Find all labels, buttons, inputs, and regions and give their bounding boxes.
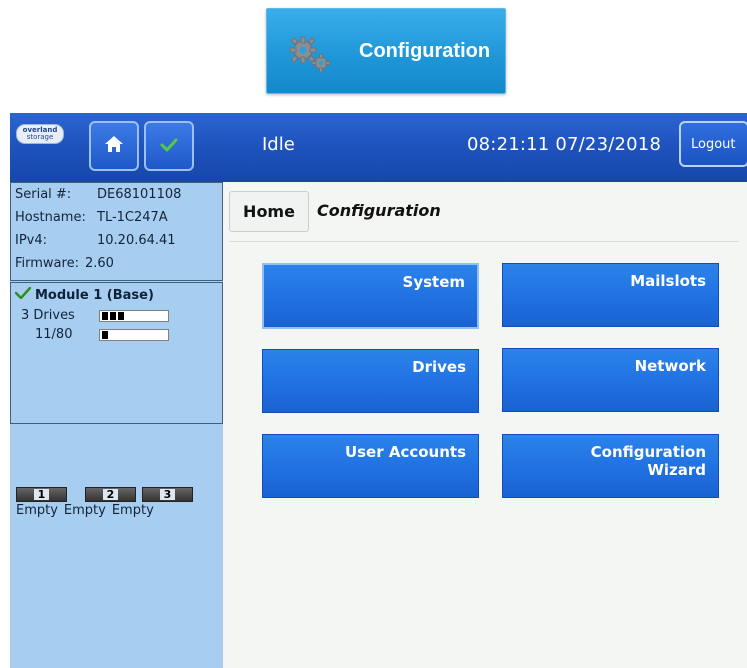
firmware-row: Firmware: 2.60 — [15, 256, 114, 271]
bay-2-state: Empty — [63, 503, 106, 518]
check-icon — [160, 137, 178, 156]
network-tile[interactable]: Network — [502, 348, 719, 412]
sidebar: Serial #: DE68101108 Hostname: TL-1C247A I… — [10, 182, 223, 668]
mailslots-tile[interactable]: Mailslots — [502, 263, 719, 327]
breadcrumb-current: Configuration — [317, 201, 441, 220]
clock-text: 08:21:11 07/23/2018 — [467, 134, 662, 155]
drive-bay-2[interactable]: 2 — [85, 487, 136, 502]
drives-tile[interactable]: Drives — [262, 349, 479, 413]
breadcrumb-home[interactable]: Home — [229, 191, 309, 232]
bay-states: Empty Empty Empty — [16, 503, 154, 518]
serial-row: Serial #: DE68101108 — [15, 187, 182, 202]
module-title: Module 1 (Base) — [14, 286, 154, 303]
home-icon — [103, 134, 125, 158]
top-bar: overland storage Idle 08:21:11 07/23/2018… — [10, 113, 747, 182]
overland-logo: overland storage — [16, 124, 64, 144]
drives-meter — [99, 310, 169, 322]
system-tile[interactable]: System — [262, 263, 479, 329]
home-button[interactable] — [89, 121, 139, 171]
gears-icon — [285, 35, 335, 73]
drives-label: 3 Drives — [21, 308, 75, 323]
slots-meter — [99, 329, 169, 341]
slots-label: 11/80 — [35, 327, 73, 342]
banner-label: Configuration — [359, 39, 491, 62]
drive-bay-3[interactable]: 3 — [142, 487, 193, 502]
drive-bay-1[interactable]: 1 — [16, 487, 67, 502]
user-accounts-tile[interactable]: User Accounts — [262, 434, 479, 498]
hostname-row: Hostname: TL-1C247A — [15, 210, 168, 225]
bay-3-state: Empty — [111, 503, 154, 518]
module-panel[interactable]: Module 1 (Base) 3 Drives 11/80 1 2 3 — [10, 282, 223, 502]
divider — [229, 241, 739, 242]
ipv4-row: IPv4: 10.20.64.41 — [15, 233, 176, 248]
system-info-panel: Serial #: DE68101108 Hostname: TL-1C247A I… — [10, 182, 223, 281]
check-icon — [14, 286, 32, 303]
configuration-wizard-tile[interactable]: Configuration Wizard — [502, 434, 719, 498]
configuration-banner-button[interactable]: Configuration — [266, 8, 506, 94]
device-screen: overland storage Idle 08:21:11 07/23/2018… — [10, 113, 747, 668]
bay-1-state: Empty — [16, 503, 58, 518]
logout-button[interactable]: Logout — [679, 121, 747, 167]
status-check-button[interactable] — [144, 121, 194, 171]
status-text: Idle — [262, 134, 295, 155]
